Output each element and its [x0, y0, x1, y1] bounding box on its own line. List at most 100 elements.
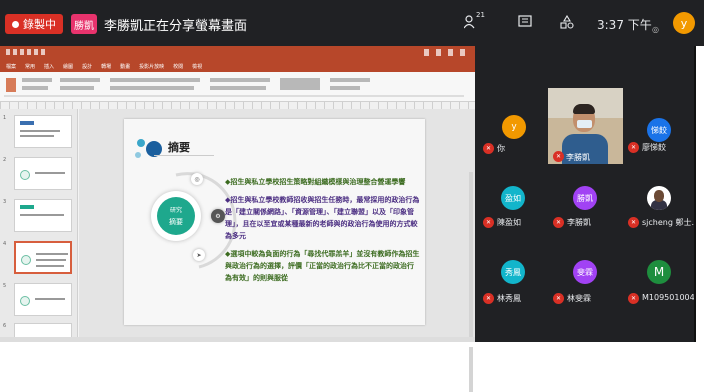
mic-muted-icon: ✕ — [483, 217, 494, 228]
participant-name: 李勝凱 — [567, 218, 591, 227]
video-person-mask — [577, 120, 592, 128]
ribbon-font-group[interactable] — [110, 78, 200, 82]
participant-avatar: 斐霖 — [573, 260, 597, 284]
title-dots-icon — [135, 139, 162, 158]
ribbon-slides-group[interactable] — [60, 78, 100, 82]
ribbon-editing-group[interactable] — [330, 78, 370, 82]
slide-paragraph-2: ◆招生與私立學校教師招收與招生任務時，最常採用的政治行為是「建立關係網路」、「資… — [225, 195, 420, 240]
thumb-line — [20, 130, 60, 132]
participant-name: 林秀鳳 — [497, 294, 521, 303]
share-status-text: 李勝凱正在分享螢幕畫面 — [104, 19, 248, 34]
center-circle: 研究 摘要 — [151, 191, 201, 241]
participants-panel: y ✕ 你 ✕ 李勝凱 悌餃 ✕ 廖悌餃 盈如 ✕ 陳盈如 勝凱 ✕ 李勝凱 ✕… — [475, 46, 704, 347]
mic-muted-icon: ✕ — [628, 217, 639, 228]
ribbon-paragraph-group[interactable] — [210, 78, 270, 82]
ribbon-paragraph-group-2[interactable] — [210, 86, 266, 90]
shared-screen: 檔案 常用 插入 繪圖 設計 轉場 動畫 投影片放映 校閱 檢視 1 2 3 4… — [0, 46, 475, 392]
thumb-line — [20, 135, 54, 137]
slide-thumbnail[interactable] — [14, 157, 72, 190]
tab-transitions[interactable]: 轉場 — [101, 63, 111, 70]
vertical-scrollbar[interactable] — [469, 172, 473, 392]
activities-icon[interactable] — [560, 14, 574, 33]
activities-icon-glyph — [560, 14, 574, 29]
slide-edit-area: 摘要 研究 摘要 ◎ ⚙ ➤ ◆招生與私立學校招生策略對組織模樣與治理整合營運學… — [79, 109, 475, 392]
recording-label: 錄製中 — [23, 18, 56, 31]
ribbon-font-group-2[interactable] — [110, 86, 194, 90]
slide-body-text: ◆招生與私立學校招生策略對組織模樣與治理整合營運學響 ◆招生與私立學校教師招收與… — [225, 176, 420, 290]
slide-thumbnail[interactable] — [14, 199, 72, 232]
thumb-title — [20, 205, 34, 209]
thumb-line — [36, 265, 64, 267]
participant-video-tile[interactable]: ✕ 李勝凱 — [548, 88, 623, 164]
center-label-badge: 研究 摘要 — [157, 197, 195, 235]
recording-badge[interactable]: 錄製中 — [5, 14, 63, 34]
slide-thumbnail[interactable] — [14, 115, 72, 148]
gear-icon: ⚙ — [211, 209, 225, 223]
mic-muted-icon: ✕ — [553, 151, 564, 162]
center-label-bottom: 摘要 — [169, 218, 183, 226]
tab-insert[interactable]: 插入 — [44, 63, 54, 70]
participant-avatar: y — [502, 115, 526, 139]
thumb-diagram — [20, 296, 30, 306]
ribbon-clipboard-group[interactable] — [22, 78, 52, 82]
slide-paragraph-1: ◆招生與私立學校招生策略對組織模樣與治理整合營運學響 — [225, 177, 406, 186]
participant-name: 陳盈如 — [497, 218, 521, 227]
tab-slideshow[interactable]: 投影片放映 — [139, 63, 164, 70]
participant-avatar: 秀鳳 — [501, 260, 525, 284]
record-dot-icon — [12, 20, 19, 28]
tab-review[interactable]: 校閱 — [173, 63, 183, 70]
thumb-line — [20, 214, 64, 216]
participant-avatar: 悌餃 — [647, 118, 671, 142]
ppt-ribbon-tabs: 檔案 常用 插入 繪圖 設計 轉場 動畫 投影片放映 校閱 檢視 — [0, 60, 475, 72]
slide-thumbnail[interactable] — [14, 283, 72, 316]
people-icon[interactable]: 21 — [463, 11, 485, 33]
ribbon-editing-group-2[interactable] — [330, 86, 360, 90]
photo-head — [654, 190, 664, 202]
mic-muted-icon: ✕ — [483, 293, 494, 304]
tab-draw[interactable]: 繪圖 — [63, 63, 73, 70]
chat-icon[interactable] — [518, 15, 532, 33]
ppt-ruler — [0, 102, 475, 109]
ribbon-group-labels — [4, 95, 464, 97]
target-icon: ◎ — [191, 173, 203, 185]
account-avatar[interactable]: y — [673, 12, 695, 34]
paste-icon[interactable] — [6, 78, 16, 92]
video-person-hair — [573, 104, 595, 114]
window-controls[interactable] — [424, 49, 469, 56]
tab-home[interactable]: 常用 — [25, 63, 35, 70]
pin-icon: ➤ — [193, 249, 205, 261]
mic-muted-icon: ✕ — [628, 293, 639, 304]
participant-name: 李勝凱 — [566, 153, 590, 162]
thumb-number: 2 — [3, 157, 7, 163]
ribbon-slides-group-2[interactable] — [60, 86, 94, 90]
quick-access-toolbar[interactable] — [6, 49, 46, 55]
thumb-number: 4 — [3, 241, 7, 247]
ribbon-clipboard-group-2[interactable] — [22, 86, 48, 90]
sharer-avatar: 勝凱 — [71, 14, 97, 34]
center-label-top: 研究 — [169, 207, 182, 214]
mic-muted-icon: ✕ — [483, 143, 494, 154]
slide-thumbnail-selected[interactable] — [14, 241, 72, 274]
thumb-diagram — [20, 170, 30, 180]
bottom-edge — [0, 342, 704, 347]
tab-file[interactable]: 檔案 — [6, 63, 16, 70]
ribbon-shapes-group[interactable] — [280, 78, 320, 90]
participant-avatar: M — [647, 260, 671, 284]
tab-design[interactable]: 設計 — [82, 63, 92, 70]
tab-animations[interactable]: 動畫 — [120, 63, 130, 70]
participant-name: 你 — [497, 144, 505, 153]
summary-diagram: 研究 摘要 ◎ ⚙ ➤ — [139, 169, 239, 279]
thumb-line — [36, 259, 66, 261]
mic-muted-icon: ✕ — [553, 293, 564, 304]
tab-view[interactable]: 檢視 — [192, 63, 202, 70]
thumb-number: 3 — [3, 199, 7, 205]
participant-avatar: 盈如 — [501, 186, 525, 210]
slide-paragraph-3: ◆選項中較為負面的行為「尋找代罪羔羊」並沒有教師作為招生與政治行為的選擇，評價「… — [225, 249, 420, 282]
thumb-line — [36, 253, 68, 255]
participant-photo-avatar — [647, 186, 671, 210]
mic-muted-icon: ✕ — [553, 217, 564, 228]
meet-top-bar: 錄製中 勝凱 李勝凱正在分享螢幕畫面 21 3:37 下午 ◎ y — [0, 0, 704, 46]
thumb-number: 5 — [3, 283, 7, 289]
current-slide[interactable]: 摘要 研究 摘要 ◎ ⚙ ➤ ◆招生與私立學校招生策略對組織模樣與治理整合營運學… — [124, 119, 425, 325]
participant-avatar: 勝凱 — [573, 186, 597, 210]
